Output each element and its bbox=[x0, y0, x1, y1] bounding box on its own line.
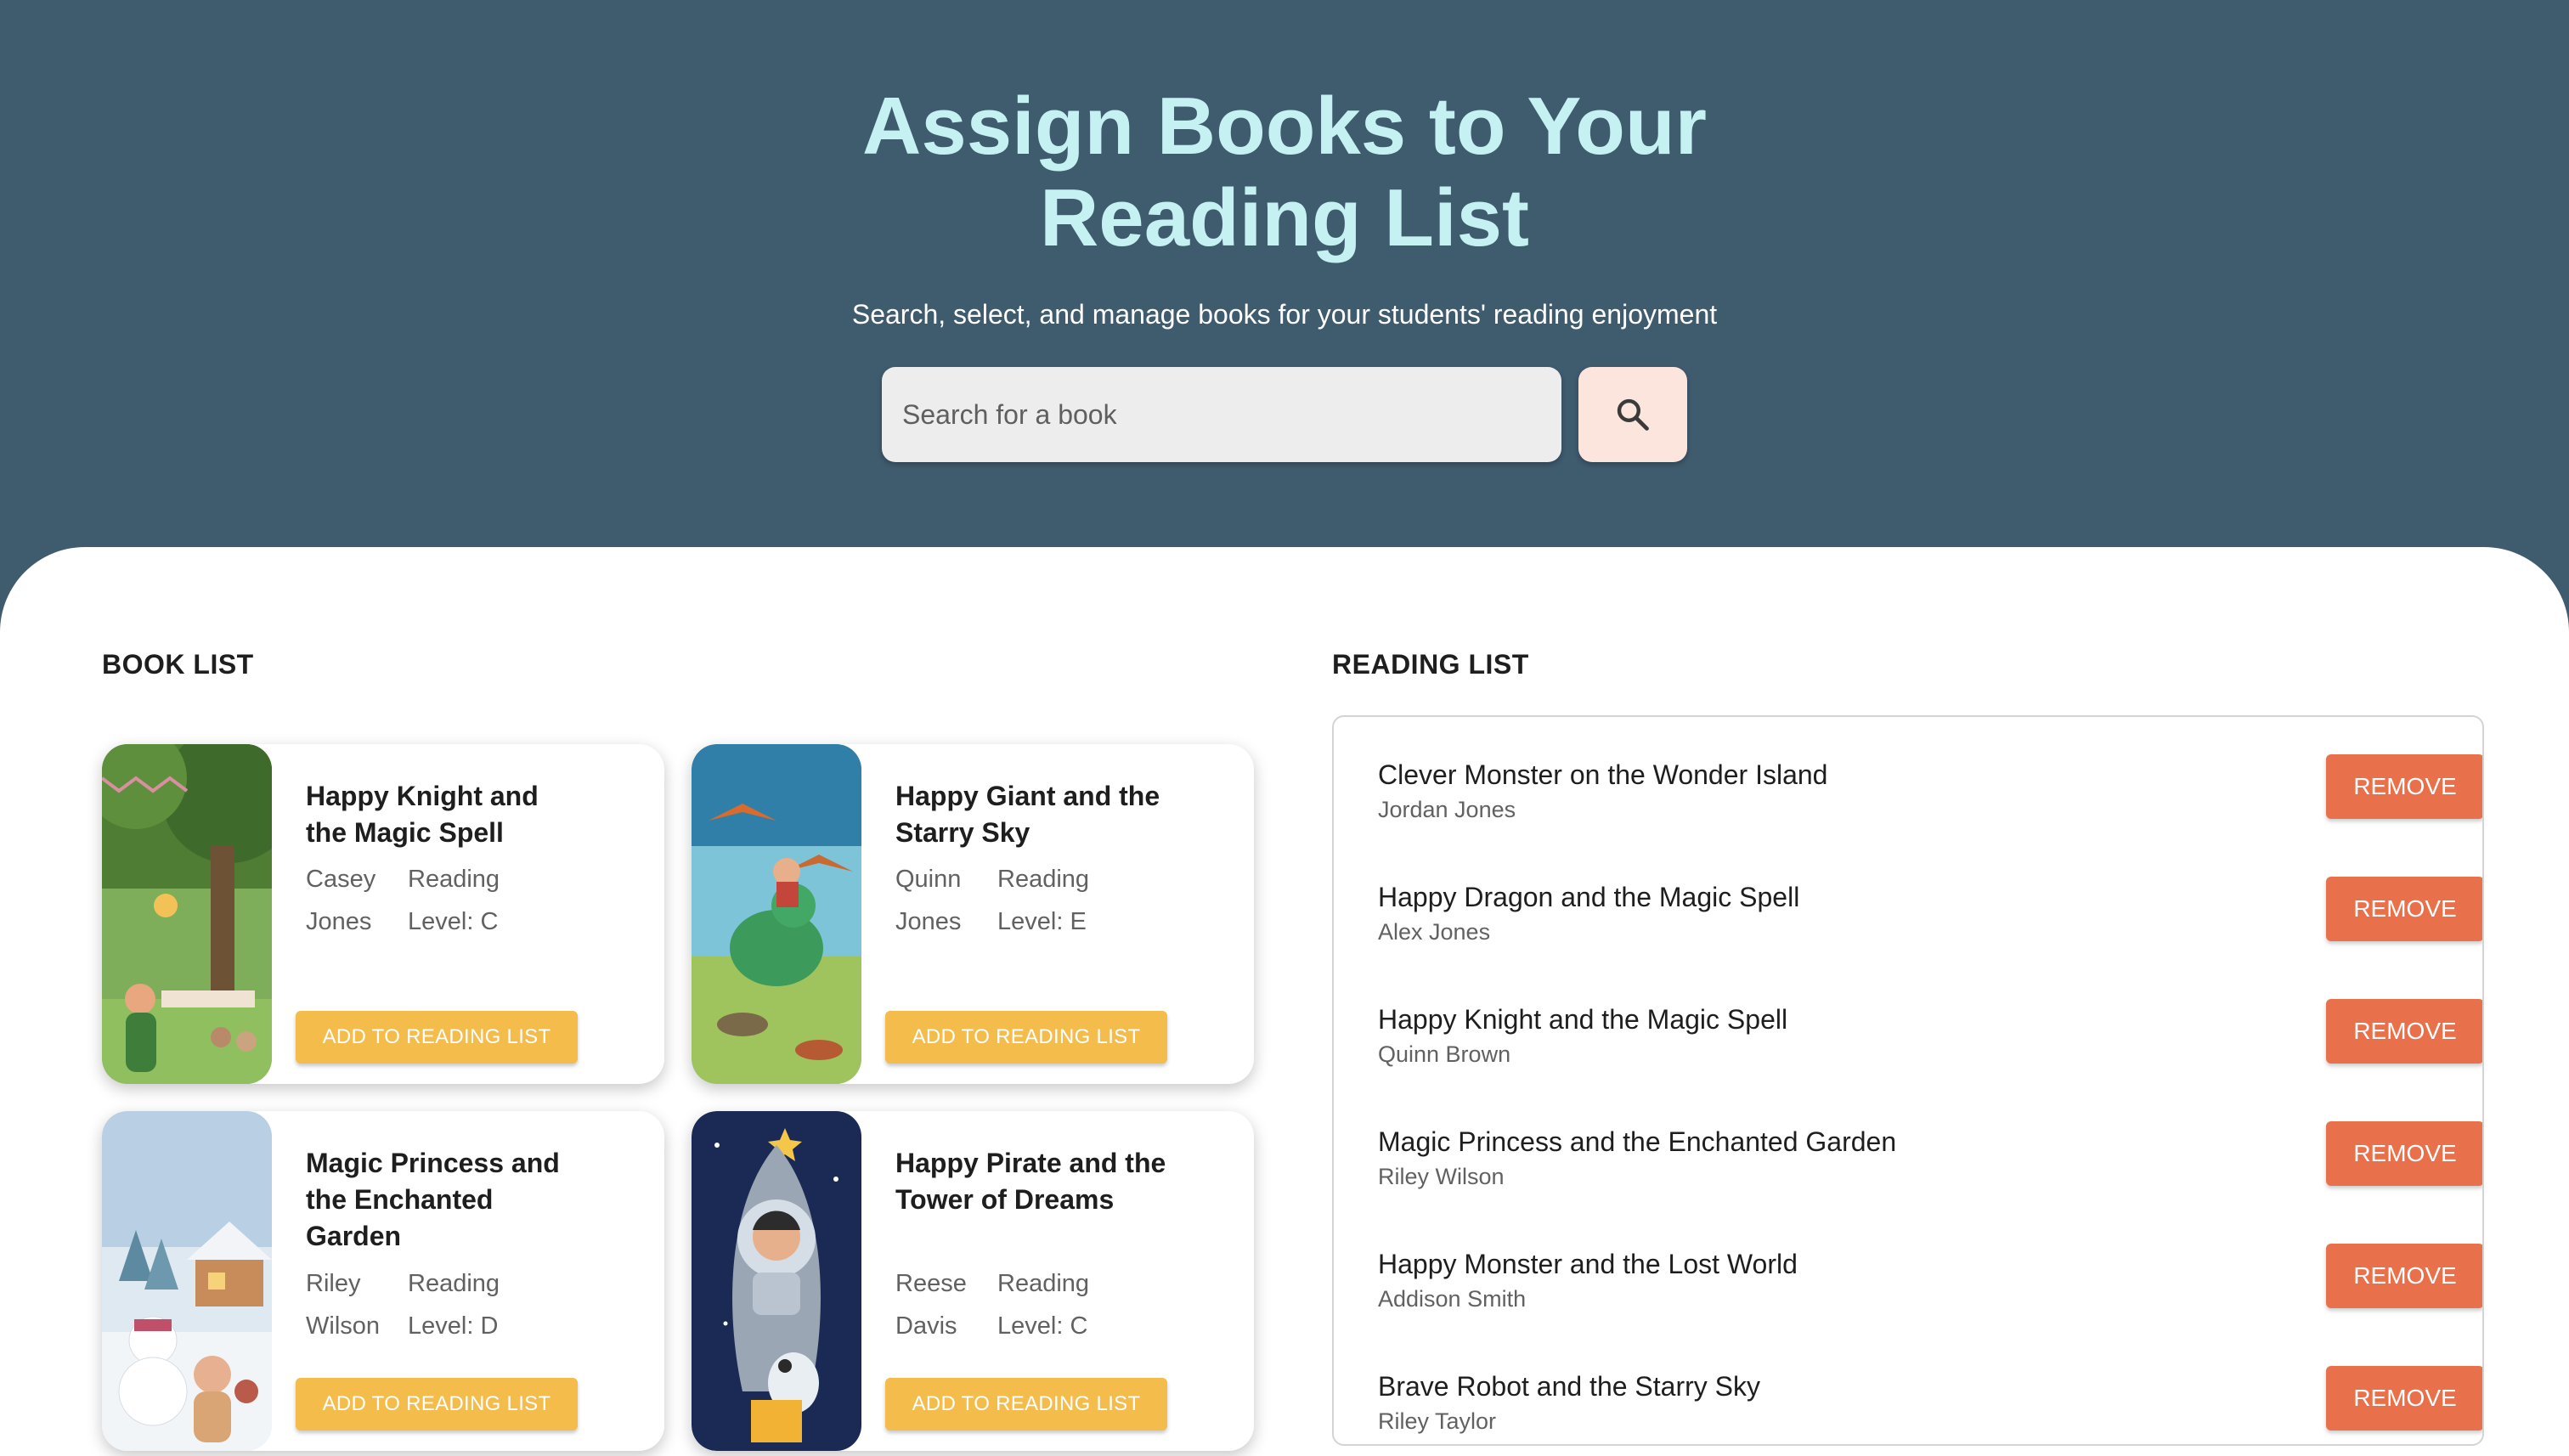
reading-list-item-title: Happy Dragon and the Magic Spell bbox=[1378, 882, 1800, 912]
book-author-last: Davis bbox=[895, 1312, 957, 1340]
reading-list-item: Happy Knight and the Magic Spell Quinn B… bbox=[1378, 999, 2482, 1087]
page-title-line-1: Assign Books to Your bbox=[862, 81, 1707, 172]
book-reading-label: Reading bbox=[997, 1270, 1090, 1297]
book-card: Happy Giant and the Starry Sky Quinn Jon… bbox=[692, 744, 1254, 1084]
reading-list-item: Clever Monster on the Wonder Island Jord… bbox=[1378, 754, 2482, 843]
page-subtitle: Search, select, and manage books for you… bbox=[851, 299, 1718, 330]
book-author-first: Quinn bbox=[895, 866, 962, 893]
add-to-reading-list-button[interactable]: ADD TO READING LIST bbox=[296, 1378, 578, 1431]
search-button[interactable] bbox=[1578, 367, 1687, 462]
reading-list-container[interactable]: Clever Monster on the Wonder Island Jord… bbox=[1332, 715, 2484, 1446]
header-section: Assign Books to Your Reading List Search… bbox=[0, 0, 2569, 595]
book-reading-level: Level: C bbox=[997, 1312, 1088, 1340]
reading-list-item-author: Quinn Brown bbox=[1378, 1041, 1511, 1067]
remove-button[interactable]: REMOVE bbox=[2326, 754, 2482, 819]
book-author-last: Jones bbox=[306, 908, 372, 935]
book-cover-image bbox=[102, 744, 272, 1084]
remove-button[interactable]: REMOVE bbox=[2326, 1121, 2482, 1186]
book-title: Magic Princess and the Enchanted Garden bbox=[306, 1148, 560, 1251]
book-title: Happy Pirate and the Tower of Dreams bbox=[895, 1148, 1166, 1215]
page-title: Assign Books to Your Reading List bbox=[0, 81, 2569, 264]
add-to-reading-list-button[interactable]: ADD TO READING LIST bbox=[885, 1011, 1167, 1064]
remove-button[interactable]: REMOVE bbox=[2326, 1366, 2482, 1431]
reading-list-item: Magic Princess and the Enchanted Garden … bbox=[1378, 1121, 2482, 1210]
book-title: Happy Knight and the Magic Spell bbox=[306, 781, 539, 848]
book-cover-image bbox=[692, 1111, 861, 1451]
book-card: Magic Princess and the Enchanted Garden … bbox=[102, 1111, 664, 1451]
reading-list-item-author: Jordan Jones bbox=[1378, 797, 1516, 822]
reading-list-item-author: Riley Taylor bbox=[1378, 1408, 1497, 1434]
book-author-first: Riley bbox=[306, 1270, 361, 1297]
remove-button[interactable]: REMOVE bbox=[2326, 999, 2482, 1064]
page-title-line-2: Reading List bbox=[1039, 172, 1530, 263]
reading-list-item-author: Alex Jones bbox=[1378, 919, 1491, 945]
reading-list-item-title: Brave Robot and the Starry Sky bbox=[1378, 1371, 1760, 1402]
reading-list-item-title: Clever Monster on the Wonder Island bbox=[1378, 759, 1828, 790]
reading-list-item-title: Happy Monster and the Lost World bbox=[1378, 1249, 1798, 1279]
book-title: Happy Giant and the Starry Sky bbox=[895, 781, 1160, 848]
search-icon bbox=[1617, 398, 1649, 431]
reading-list-heading: READING LIST bbox=[1332, 649, 1529, 680]
book-reading-level: Level: E bbox=[997, 908, 1087, 935]
remove-button[interactable]: REMOVE bbox=[2326, 1244, 2482, 1308]
search-input[interactable] bbox=[882, 367, 1561, 462]
reading-list-item-author: Addison Smith bbox=[1378, 1286, 1527, 1312]
book-reading-label: Reading bbox=[408, 866, 500, 893]
book-reading-label: Reading bbox=[408, 1270, 500, 1297]
add-to-reading-list-button[interactable]: ADD TO READING LIST bbox=[296, 1011, 578, 1064]
book-list-heading: BOOK LIST bbox=[102, 649, 254, 680]
reading-list-item-title: Magic Princess and the Enchanted Garden bbox=[1378, 1126, 1897, 1157]
reading-list-item: Brave Robot and the Starry Sky Riley Tay… bbox=[1378, 1366, 2482, 1444]
book-reading-level: Level: C bbox=[408, 908, 499, 935]
book-card: Happy Knight and the Magic Spell Casey J… bbox=[102, 744, 664, 1084]
book-author-first: Reese bbox=[895, 1270, 967, 1297]
reading-list-item: Happy Monster and the Lost World Addison… bbox=[1378, 1244, 2482, 1332]
book-reading-label: Reading bbox=[997, 866, 1090, 893]
reading-list-item: Happy Dragon and the Magic Spell Alex Jo… bbox=[1378, 877, 2482, 965]
book-reading-level: Level: D bbox=[408, 1312, 499, 1340]
reading-list-item-title: Happy Knight and the Magic Spell bbox=[1378, 1004, 1788, 1035]
reading-list-item-author: Riley Wilson bbox=[1378, 1164, 1505, 1189]
book-cover-image bbox=[102, 1111, 272, 1451]
remove-button[interactable]: REMOVE bbox=[2326, 877, 2482, 941]
book-author-last: Jones bbox=[895, 908, 962, 935]
book-author-first: Casey bbox=[306, 866, 376, 893]
book-cover-image bbox=[692, 744, 861, 1084]
book-author-last: Wilson bbox=[306, 1312, 381, 1340]
book-card: Happy Pirate and the Tower of Dreams Ree… bbox=[692, 1111, 1254, 1451]
add-to-reading-list-button[interactable]: ADD TO READING LIST bbox=[885, 1378, 1167, 1431]
